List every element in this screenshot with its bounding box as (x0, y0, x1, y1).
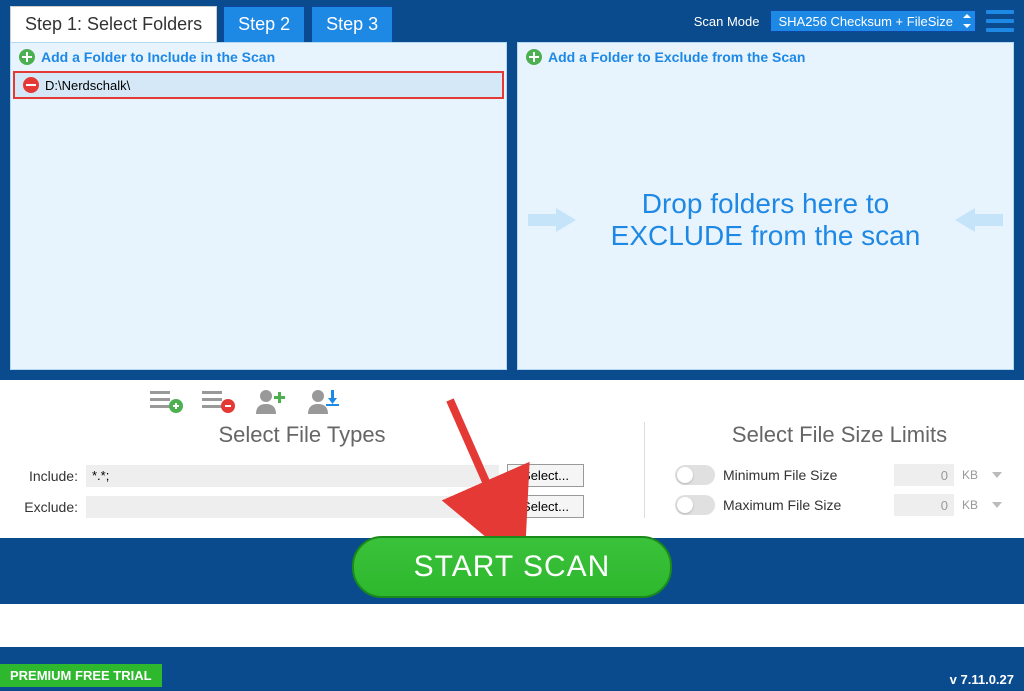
plus-icon (19, 49, 35, 65)
file-types-group: Select File Types Include: Select... Exc… (20, 422, 604, 518)
list-toolbar (20, 388, 1004, 414)
user-import-icon[interactable] (306, 388, 340, 414)
scan-mode-label: Scan Mode (694, 14, 760, 29)
tab-step3[interactable]: Step 3 (311, 6, 393, 42)
exclude-drop-zone[interactable]: Drop folders here to EXCLUDE from the sc… (518, 71, 1013, 369)
chevron-down-icon[interactable] (990, 468, 1004, 482)
max-size-label: Maximum File Size (723, 497, 886, 513)
include-folder-list: D:\Nerdschalk\ (11, 71, 506, 369)
min-size-input[interactable] (894, 464, 954, 486)
arrow-left-icon (955, 208, 1003, 232)
file-types-title: Select File Types (20, 422, 584, 448)
tab-step2[interactable]: Step 2 (223, 6, 305, 42)
scan-area: START SCAN (0, 538, 1024, 604)
plus-icon (526, 49, 542, 65)
main-panels: Add a Folder to Include in the Scan D:\N… (0, 42, 1024, 380)
tab-step1[interactable]: Step 1: Select Folders (10, 6, 217, 42)
max-size-toggle[interactable] (675, 495, 715, 515)
add-exclude-folder[interactable]: Add a Folder to Exclude from the Scan (518, 43, 1013, 71)
exclude-input[interactable] (86, 496, 499, 518)
include-panel: Add a Folder to Include in the Scan D:\N… (10, 42, 507, 370)
include-label: Include: (20, 468, 78, 484)
header-bar: Step 1: Select Folders Step 2 Step 3 Sca… (0, 0, 1024, 42)
include-header-text: Add a Folder to Include in the Scan (41, 49, 275, 65)
exclude-label: Exclude: (20, 499, 78, 515)
trial-badge[interactable]: PREMIUM FREE TRIAL (0, 664, 162, 687)
include-input[interactable] (86, 465, 499, 487)
min-unit: KB (962, 468, 982, 482)
menu-icon[interactable] (986, 10, 1014, 32)
footer: PREMIUM FREE TRIAL v 7.11.0.27 (0, 647, 1024, 691)
version-label: v 7.11.0.27 (950, 672, 1014, 687)
header-right: Scan Mode SHA256 Checksum + FileSize (694, 10, 1014, 32)
exclude-header-text: Add a Folder to Exclude from the Scan (548, 49, 805, 65)
exclude-select-button[interactable]: Select... (507, 495, 584, 518)
max-size-input[interactable] (894, 494, 954, 516)
filter-section: Select File Types Include: Select... Exc… (0, 380, 1024, 538)
file-size-group: Select File Size Limits Minimum File Siz… (644, 422, 1004, 518)
drop-text: Drop folders here to EXCLUDE from the sc… (588, 188, 943, 252)
add-include-folder[interactable]: Add a Folder to Include in the Scan (11, 43, 506, 71)
folder-path: D:\Nerdschalk\ (45, 78, 130, 93)
step-tabs: Step 1: Select Folders Step 2 Step 3 (10, 0, 393, 42)
folder-item[interactable]: D:\Nerdschalk\ (13, 71, 504, 99)
exclude-panel: Add a Folder to Exclude from the Scan Dr… (517, 42, 1014, 370)
scan-mode-select[interactable]: SHA256 Checksum + FileSize (770, 10, 977, 32)
min-size-toggle[interactable] (675, 465, 715, 485)
list-add-icon[interactable] (150, 388, 184, 414)
start-scan-button[interactable]: START SCAN (352, 536, 673, 598)
include-select-button[interactable]: Select... (507, 464, 584, 487)
minus-icon[interactable] (23, 77, 39, 93)
file-size-title: Select File Size Limits (675, 422, 1004, 448)
list-remove-icon[interactable] (202, 388, 236, 414)
chevron-down-icon[interactable] (990, 498, 1004, 512)
user-add-icon[interactable] (254, 388, 288, 414)
arrow-right-icon (528, 208, 576, 232)
min-size-label: Minimum File Size (723, 467, 886, 483)
max-unit: KB (962, 498, 982, 512)
